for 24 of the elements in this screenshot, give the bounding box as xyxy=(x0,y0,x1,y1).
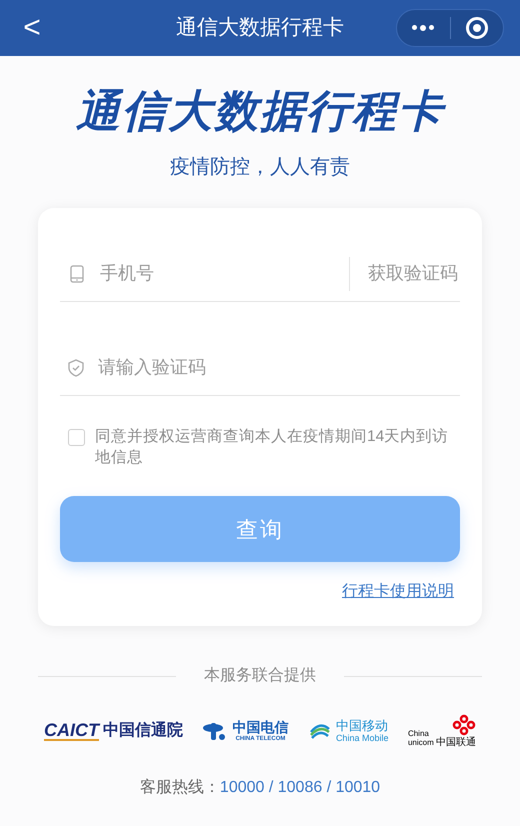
footer-caption: 本服务联合提供 xyxy=(203,666,317,686)
logo-text: China Mobile xyxy=(336,734,388,743)
consent-checkbox[interactable] xyxy=(68,429,85,446)
logo-text: unicom 中国联通 xyxy=(408,738,476,748)
logo-text: CAICT xyxy=(44,721,99,741)
phone-icon xyxy=(70,264,84,282)
help-link[interactable]: 行程卡使用说明 xyxy=(342,580,454,604)
nav-title: 通信大数据行程卡 xyxy=(175,15,345,42)
hotline-label: 客服热线： xyxy=(140,778,220,798)
query-button[interactable]: 查询 xyxy=(60,496,460,562)
consent-text: 同意并授权运营商查询本人在疫情期间14天内到访地信息 xyxy=(95,427,450,468)
code-field[interactable]: 请输入验证码 xyxy=(98,354,460,381)
page-title: 通信大数据行程卡 xyxy=(76,90,444,134)
logo-text: 中国信通院 xyxy=(103,723,183,739)
back-button[interactable]: < xyxy=(16,13,48,43)
logo-text: China xyxy=(408,730,430,738)
phone-field[interactable]: 手机号 xyxy=(100,260,349,287)
logo-text: 中国移动 xyxy=(336,719,388,732)
slogan: 疫情防控，人人有责 xyxy=(170,155,350,180)
knot-logo-icon xyxy=(452,714,476,736)
hotline-numbers[interactable]: 10000 / 10086 / 10010 xyxy=(220,776,380,800)
get-code-button[interactable]: 获取验证码 xyxy=(350,260,460,287)
logo-text: 中国电信 xyxy=(232,720,288,734)
shield-icon xyxy=(68,358,84,376)
